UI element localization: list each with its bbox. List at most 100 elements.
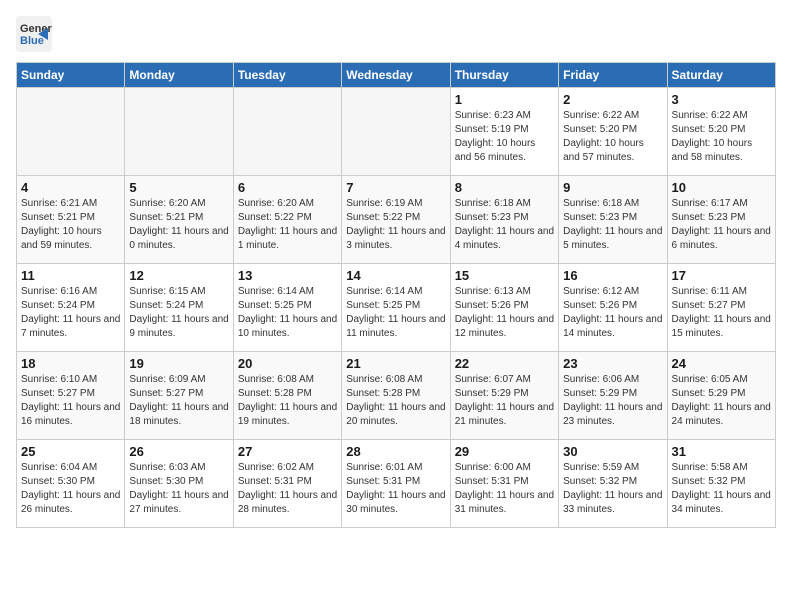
calendar-cell xyxy=(342,88,450,176)
day-number: 18 xyxy=(21,356,120,371)
calendar-week-row: 25 Sunrise: 6:04 AMSunset: 5:30 PMDaylig… xyxy=(17,440,776,528)
day-info: Sunrise: 5:59 AMSunset: 5:32 PMDaylight:… xyxy=(563,461,662,517)
calendar-week-row: 4 Sunrise: 6:21 AMSunset: 5:21 PMDayligh… xyxy=(17,176,776,264)
day-number: 25 xyxy=(21,444,120,459)
calendar-week-row: 11 Sunrise: 6:16 AMSunset: 5:24 PMDaylig… xyxy=(17,264,776,352)
calendar-cell: 25 Sunrise: 6:04 AMSunset: 5:30 PMDaylig… xyxy=(17,440,125,528)
day-number: 27 xyxy=(238,444,337,459)
day-info: Sunrise: 5:58 AMSunset: 5:32 PMDaylight:… xyxy=(672,461,771,517)
day-number: 15 xyxy=(455,268,554,283)
calendar-cell: 30 Sunrise: 5:59 AMSunset: 5:32 PMDaylig… xyxy=(559,440,667,528)
day-number: 23 xyxy=(563,356,662,371)
svg-text:Blue: Blue xyxy=(20,35,44,47)
col-thursday: Thursday xyxy=(450,63,558,88)
day-info: Sunrise: 6:13 AMSunset: 5:26 PMDaylight:… xyxy=(455,285,554,341)
day-info: Sunrise: 6:22 AMSunset: 5:20 PMDaylight:… xyxy=(672,109,771,165)
day-info: Sunrise: 6:23 AMSunset: 5:19 PMDaylight:… xyxy=(455,109,554,165)
calendar-cell: 17 Sunrise: 6:11 AMSunset: 5:27 PMDaylig… xyxy=(667,264,775,352)
day-number: 12 xyxy=(129,268,228,283)
calendar-cell: 4 Sunrise: 6:21 AMSunset: 5:21 PMDayligh… xyxy=(17,176,125,264)
calendar-cell: 6 Sunrise: 6:20 AMSunset: 5:22 PMDayligh… xyxy=(233,176,341,264)
day-info: Sunrise: 6:00 AMSunset: 5:31 PMDaylight:… xyxy=(455,461,554,517)
day-number: 4 xyxy=(21,180,120,195)
calendar-cell: 12 Sunrise: 6:15 AMSunset: 5:24 PMDaylig… xyxy=(125,264,233,352)
calendar-week-row: 1 Sunrise: 6:23 AMSunset: 5:19 PMDayligh… xyxy=(17,88,776,176)
day-info: Sunrise: 6:20 AMSunset: 5:21 PMDaylight:… xyxy=(129,197,228,253)
calendar-cell: 2 Sunrise: 6:22 AMSunset: 5:20 PMDayligh… xyxy=(559,88,667,176)
col-wednesday: Wednesday xyxy=(342,63,450,88)
calendar-cell: 26 Sunrise: 6:03 AMSunset: 5:30 PMDaylig… xyxy=(125,440,233,528)
calendar-cell: 14 Sunrise: 6:14 AMSunset: 5:25 PMDaylig… xyxy=(342,264,450,352)
day-number: 16 xyxy=(563,268,662,283)
day-info: Sunrise: 6:01 AMSunset: 5:31 PMDaylight:… xyxy=(346,461,445,517)
day-info: Sunrise: 6:20 AMSunset: 5:22 PMDaylight:… xyxy=(238,197,337,253)
calendar-cell: 28 Sunrise: 6:01 AMSunset: 5:31 PMDaylig… xyxy=(342,440,450,528)
day-info: Sunrise: 6:05 AMSunset: 5:29 PMDaylight:… xyxy=(672,373,771,429)
day-number: 29 xyxy=(455,444,554,459)
day-number: 1 xyxy=(455,92,554,107)
day-info: Sunrise: 6:07 AMSunset: 5:29 PMDaylight:… xyxy=(455,373,554,429)
day-number: 30 xyxy=(563,444,662,459)
day-info: Sunrise: 6:12 AMSunset: 5:26 PMDaylight:… xyxy=(563,285,662,341)
day-number: 2 xyxy=(563,92,662,107)
calendar-cell: 19 Sunrise: 6:09 AMSunset: 5:27 PMDaylig… xyxy=(125,352,233,440)
calendar-week-row: 18 Sunrise: 6:10 AMSunset: 5:27 PMDaylig… xyxy=(17,352,776,440)
calendar-cell xyxy=(233,88,341,176)
calendar-cell: 1 Sunrise: 6:23 AMSunset: 5:19 PMDayligh… xyxy=(450,88,558,176)
day-info: Sunrise: 6:08 AMSunset: 5:28 PMDaylight:… xyxy=(346,373,445,429)
day-number: 6 xyxy=(238,180,337,195)
day-number: 3 xyxy=(672,92,771,107)
calendar-table: Sunday Monday Tuesday Wednesday Thursday… xyxy=(16,62,776,528)
calendar-cell: 31 Sunrise: 5:58 AMSunset: 5:32 PMDaylig… xyxy=(667,440,775,528)
calendar-cell xyxy=(17,88,125,176)
col-saturday: Saturday xyxy=(667,63,775,88)
day-number: 17 xyxy=(672,268,771,283)
col-friday: Friday xyxy=(559,63,667,88)
day-info: Sunrise: 6:10 AMSunset: 5:27 PMDaylight:… xyxy=(21,373,120,429)
calendar-cell: 9 Sunrise: 6:18 AMSunset: 5:23 PMDayligh… xyxy=(559,176,667,264)
calendar-cell: 16 Sunrise: 6:12 AMSunset: 5:26 PMDaylig… xyxy=(559,264,667,352)
calendar-cell: 11 Sunrise: 6:16 AMSunset: 5:24 PMDaylig… xyxy=(17,264,125,352)
day-info: Sunrise: 6:02 AMSunset: 5:31 PMDaylight:… xyxy=(238,461,337,517)
day-info: Sunrise: 6:22 AMSunset: 5:20 PMDaylight:… xyxy=(563,109,662,165)
day-number: 19 xyxy=(129,356,228,371)
day-number: 22 xyxy=(455,356,554,371)
calendar-header-row: Sunday Monday Tuesday Wednesday Thursday… xyxy=(17,63,776,88)
day-number: 21 xyxy=(346,356,445,371)
calendar-cell: 5 Sunrise: 6:20 AMSunset: 5:21 PMDayligh… xyxy=(125,176,233,264)
day-info: Sunrise: 6:16 AMSunset: 5:24 PMDaylight:… xyxy=(21,285,120,341)
day-info: Sunrise: 6:11 AMSunset: 5:27 PMDaylight:… xyxy=(672,285,771,341)
day-info: Sunrise: 6:18 AMSunset: 5:23 PMDaylight:… xyxy=(455,197,554,253)
calendar-cell: 10 Sunrise: 6:17 AMSunset: 5:23 PMDaylig… xyxy=(667,176,775,264)
day-number: 14 xyxy=(346,268,445,283)
calendar-cell: 22 Sunrise: 6:07 AMSunset: 5:29 PMDaylig… xyxy=(450,352,558,440)
day-number: 7 xyxy=(346,180,445,195)
day-number: 24 xyxy=(672,356,771,371)
day-info: Sunrise: 6:17 AMSunset: 5:23 PMDaylight:… xyxy=(672,197,771,253)
calendar-cell: 27 Sunrise: 6:02 AMSunset: 5:31 PMDaylig… xyxy=(233,440,341,528)
calendar-cell: 20 Sunrise: 6:08 AMSunset: 5:28 PMDaylig… xyxy=(233,352,341,440)
calendar-cell: 15 Sunrise: 6:13 AMSunset: 5:26 PMDaylig… xyxy=(450,264,558,352)
calendar-cell: 7 Sunrise: 6:19 AMSunset: 5:22 PMDayligh… xyxy=(342,176,450,264)
day-info: Sunrise: 6:19 AMSunset: 5:22 PMDaylight:… xyxy=(346,197,445,253)
day-number: 5 xyxy=(129,180,228,195)
day-info: Sunrise: 6:08 AMSunset: 5:28 PMDaylight:… xyxy=(238,373,337,429)
day-info: Sunrise: 6:18 AMSunset: 5:23 PMDaylight:… xyxy=(563,197,662,253)
day-info: Sunrise: 6:15 AMSunset: 5:24 PMDaylight:… xyxy=(129,285,228,341)
calendar-cell xyxy=(125,88,233,176)
day-info: Sunrise: 6:21 AMSunset: 5:21 PMDaylight:… xyxy=(21,197,120,253)
page-header: General Blue xyxy=(16,16,776,52)
day-number: 10 xyxy=(672,180,771,195)
col-sunday: Sunday xyxy=(17,63,125,88)
day-number: 11 xyxy=(21,268,120,283)
calendar-cell: 3 Sunrise: 6:22 AMSunset: 5:20 PMDayligh… xyxy=(667,88,775,176)
calendar-cell: 21 Sunrise: 6:08 AMSunset: 5:28 PMDaylig… xyxy=(342,352,450,440)
day-number: 26 xyxy=(129,444,228,459)
day-number: 13 xyxy=(238,268,337,283)
logo-icon: General Blue xyxy=(16,16,52,52)
col-tuesday: Tuesday xyxy=(233,63,341,88)
day-info: Sunrise: 6:14 AMSunset: 5:25 PMDaylight:… xyxy=(346,285,445,341)
day-info: Sunrise: 6:09 AMSunset: 5:27 PMDaylight:… xyxy=(129,373,228,429)
day-number: 20 xyxy=(238,356,337,371)
day-info: Sunrise: 6:03 AMSunset: 5:30 PMDaylight:… xyxy=(129,461,228,517)
